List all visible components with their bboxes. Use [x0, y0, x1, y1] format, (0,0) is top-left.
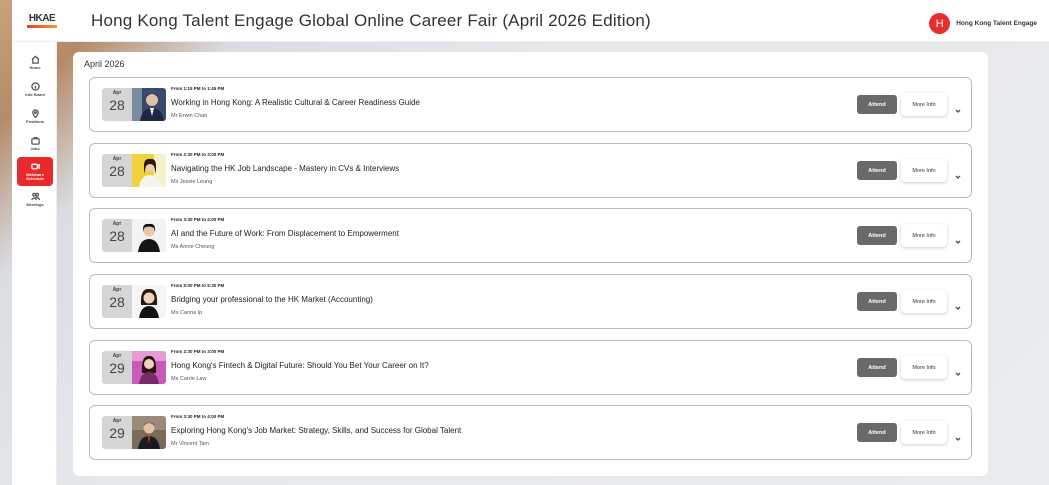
location-pin-icon: [31, 109, 39, 118]
attend-button[interactable]: Attend: [857, 161, 897, 180]
sidebar-item-webinars-schedule[interactable]: Webinars Schedule: [17, 157, 53, 186]
date-day: 28: [109, 97, 125, 113]
speaker-name: Ms Annie Cheung: [171, 244, 215, 250]
month-heading: April 2026: [84, 59, 125, 69]
info-icon: [30, 82, 40, 91]
webinar-card: Apr 28 From 2:30 PM to 3:00 PM Navigatin…: [89, 143, 972, 198]
webinar-card: Apr 28 From 3:30 PM to 4:00 PM AI and th…: [89, 208, 972, 263]
attend-button[interactable]: Attend: [857, 423, 897, 442]
chevron-down-icon[interactable]: [955, 298, 961, 310]
sidebar-item-home[interactable]: Home: [17, 49, 53, 76]
sidebar-item-label: Meetings: [26, 201, 44, 207]
session-title[interactable]: Exploring Hong Kong's Job Market: Strate…: [171, 426, 461, 435]
sidebar-item-label: Jobs: [30, 145, 40, 151]
briefcase-icon: [30, 136, 40, 145]
session-title[interactable]: AI and the Future of Work: From Displace…: [171, 229, 399, 238]
speaker-photo: [132, 351, 166, 384]
video-camera-icon: [30, 163, 40, 169]
sidebar-item-positions[interactable]: Positions: [17, 103, 53, 130]
date-day: 29: [109, 360, 125, 376]
user-menu[interactable]: H Hong Kong Talent Engage: [929, 13, 1037, 34]
date-month: Apr: [112, 156, 122, 162]
page-title: Hong Kong Talent Engage Global Online Ca…: [91, 10, 651, 30]
sidebar-item-meetings[interactable]: Meetings: [17, 186, 53, 213]
attend-button[interactable]: Attend: [857, 358, 897, 377]
sidebar-item-label: Home: [29, 64, 41, 70]
more-info-button[interactable]: More Info: [901, 224, 947, 247]
hkae-logo[interactable]: HKAE: [22, 9, 62, 33]
webinar-schedule-panel: April 2026 Apr 28 From 1:15 PM to 1:45 P…: [73, 52, 988, 476]
logo-stripe: [27, 24, 57, 28]
date-badge: Apr 28: [102, 88, 132, 121]
speaker-name: Ms Jessie Leung: [171, 179, 213, 185]
sidebar-item-label: Info Stand: [25, 91, 45, 97]
date-day: 28: [109, 294, 125, 310]
chevron-down-icon[interactable]: [955, 167, 961, 179]
date-badge: Apr 29: [102, 416, 132, 449]
webinar-card: Apr 28 From 5:00 PM to 5:30 PM Bridging …: [89, 274, 972, 329]
session-time: From 3:30 PM to 4:00 PM: [171, 414, 225, 419]
date-day: 28: [109, 228, 125, 244]
speaker-name: Mr Vincent Tam: [171, 441, 210, 447]
speaker-photo: [132, 416, 166, 449]
more-info-button[interactable]: More Info: [901, 290, 947, 313]
session-title[interactable]: Navigating the HK Job Landscape - Master…: [171, 164, 399, 173]
speaker-name: Ms Carrie Law: [171, 376, 207, 382]
date-month: Apr: [112, 90, 122, 96]
speaker-photo: [132, 154, 166, 187]
date-day: 28: [109, 163, 125, 179]
date-day: 29: [109, 425, 125, 441]
session-title[interactable]: Working in Hong Kong: A Realistic Cultur…: [171, 98, 420, 107]
sidebar-item-info-stand[interactable]: Info Stand: [17, 76, 53, 103]
sidebar-item-jobs[interactable]: Jobs: [17, 130, 53, 157]
date-badge: Apr 29: [102, 351, 132, 384]
date-badge: Apr 28: [102, 285, 132, 318]
chevron-down-icon[interactable]: [955, 101, 961, 113]
sidebar-item-label: Positions: [25, 118, 44, 124]
speaker-name: Mr Erwin Chan: [171, 113, 208, 119]
date-month: Apr: [112, 418, 122, 424]
user-name: Hong Kong Talent Engage: [956, 20, 1037, 27]
header-bar: HKAE Hong Kong Talent Engage Global Onli…: [12, 0, 1049, 42]
webinar-card: Apr 28 From 1:15 PM to 1:45 PM Working i…: [89, 77, 972, 132]
more-info-button[interactable]: More Info: [901, 421, 947, 444]
session-time: From 5:00 PM to 5:30 PM: [171, 283, 225, 288]
chevron-down-icon[interactable]: [955, 429, 961, 441]
sidebar: Home Info Stand Positions Jobs Webinars …: [12, 42, 57, 485]
chevron-down-icon[interactable]: [955, 364, 961, 376]
chevron-down-icon[interactable]: [955, 232, 961, 244]
speaker-name: Ms Carina Ip: [171, 310, 203, 316]
session-time: From 1:15 PM to 1:45 PM: [171, 86, 225, 91]
webinar-card: Apr 29 From 2:30 PM to 3:00 PM Hong Kong…: [89, 340, 972, 395]
date-badge: Apr 28: [102, 154, 132, 187]
attend-button[interactable]: Attend: [857, 226, 897, 245]
session-title[interactable]: Hong Kong's Fintech & Digital Future: Sh…: [171, 361, 429, 370]
app-window: HKAE Hong Kong Talent Engage Global Onli…: [12, 0, 1049, 485]
speaker-photo: [132, 285, 166, 318]
session-time: From 3:30 PM to 4:00 PM: [171, 217, 225, 222]
session-time: From 2:30 PM to 3:00 PM: [171, 152, 225, 157]
session-time: From 2:30 PM to 3:00 PM: [171, 349, 225, 354]
home-icon: [30, 55, 40, 64]
webinar-card: Apr 29 From 3:30 PM to 4:00 PM Exploring…: [89, 405, 972, 460]
date-badge: Apr 28: [102, 219, 132, 252]
sidebar-item-label: Webinars Schedule: [26, 171, 44, 181]
date-month: Apr: [112, 221, 122, 227]
session-title[interactable]: Bridging your professional to the HK Mar…: [171, 295, 373, 304]
speaker-photo: [132, 88, 166, 121]
date-month: Apr: [112, 353, 122, 359]
more-info-button[interactable]: More Info: [901, 93, 947, 116]
logo-text: HKAE: [28, 12, 56, 24]
attend-button[interactable]: Attend: [857, 95, 897, 114]
avatar[interactable]: H: [929, 13, 951, 34]
attend-button[interactable]: Attend: [857, 292, 897, 311]
speaker-photo: [132, 219, 166, 252]
more-info-button[interactable]: More Info: [901, 356, 947, 379]
date-month: Apr: [112, 287, 122, 293]
people-icon: [30, 192, 40, 200]
more-info-button[interactable]: More Info: [901, 159, 947, 182]
